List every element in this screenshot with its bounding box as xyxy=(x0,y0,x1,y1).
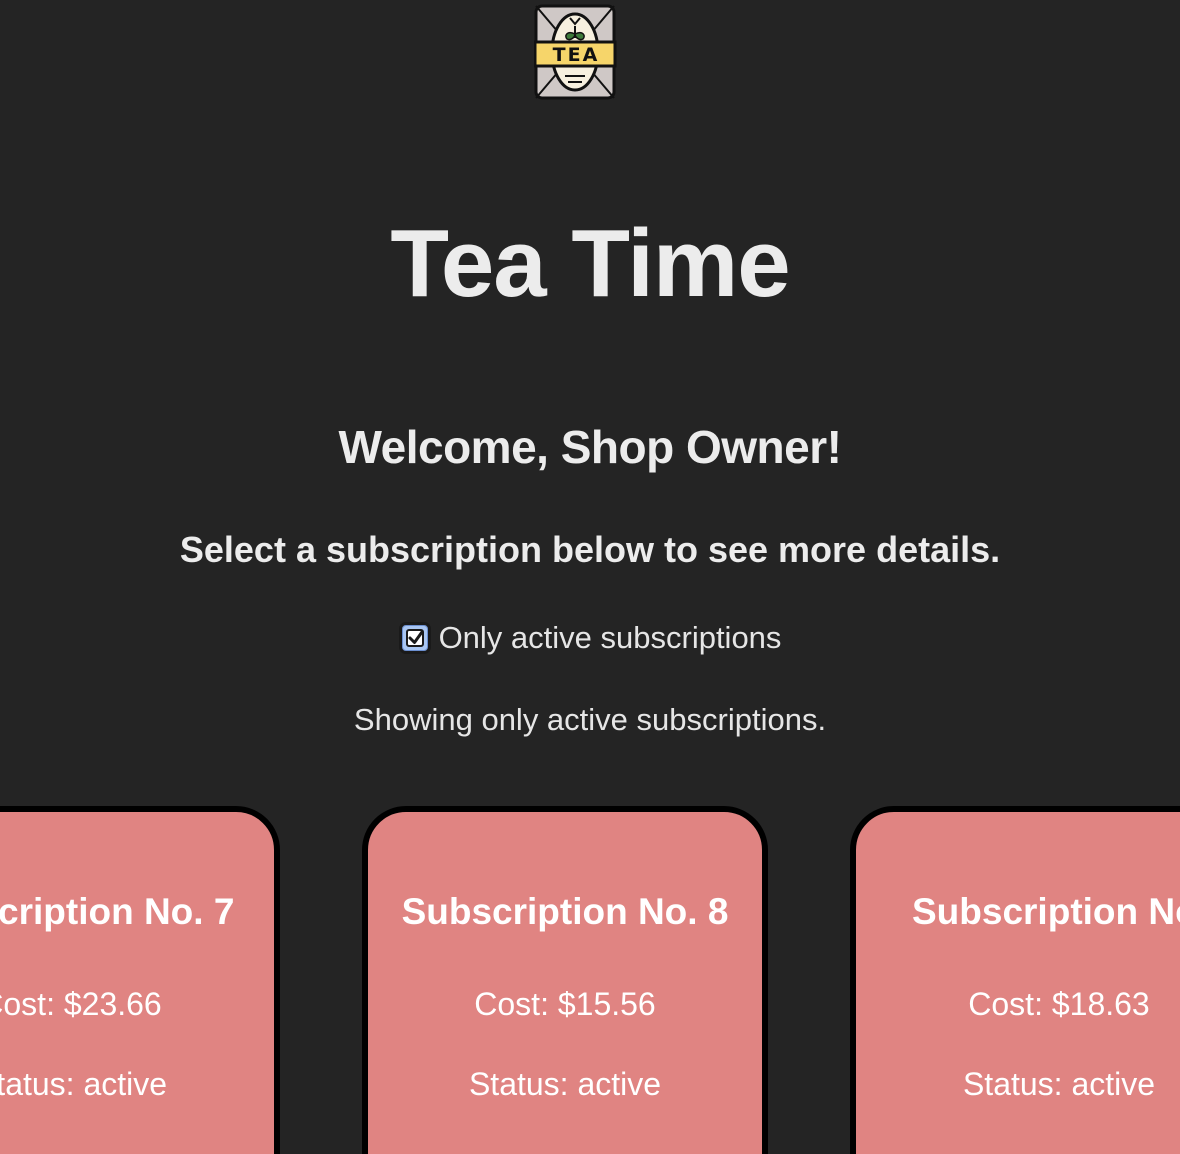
subscription-cost: Cost: $18.63 xyxy=(968,986,1150,1022)
page: TEA Tea Time Welcome, Shop Owner! Select… xyxy=(0,0,1180,1154)
logo-text: TEA xyxy=(552,44,600,66)
subscription-status: Status: active xyxy=(962,1066,1156,1102)
subscription-card-9[interactable]: Subscription No. Cost: $18.63 Status: ac… xyxy=(850,806,1180,1154)
instructions-text: Select a subscription below to see more … xyxy=(179,529,1001,570)
app-title: Tea Time xyxy=(390,210,790,317)
subscription-title: Subscription No. xyxy=(912,891,1180,932)
subscription-cost: Cost: $23.66 xyxy=(0,986,162,1022)
subscription-card-8[interactable]: Subscription No. 8 Cost: $15.56 Status: … xyxy=(362,806,768,1154)
tea-logo: TEA xyxy=(533,4,618,100)
subscription-cost: Cost: $15.56 xyxy=(474,986,656,1022)
subscription-status: Status: active xyxy=(0,1066,168,1102)
subscription-status: Status: active xyxy=(468,1066,662,1102)
subscription-title: Subscription No. 8 xyxy=(401,891,729,932)
filter-status-text: Showing only active subscriptions. xyxy=(353,702,827,737)
active-only-checkbox[interactable] xyxy=(398,622,431,654)
checkmark-icon xyxy=(408,630,424,644)
filter-label: Only active subscriptions xyxy=(438,620,782,655)
subscription-title: Subscription No. 7 xyxy=(0,891,235,932)
active-filter[interactable]: Only active subscriptions xyxy=(0,618,1180,658)
subscription-card-7[interactable]: Subscription No. 7 Cost: $23.66 Status: … xyxy=(0,806,280,1154)
welcome-heading: Welcome, Shop Owner! xyxy=(338,421,842,473)
